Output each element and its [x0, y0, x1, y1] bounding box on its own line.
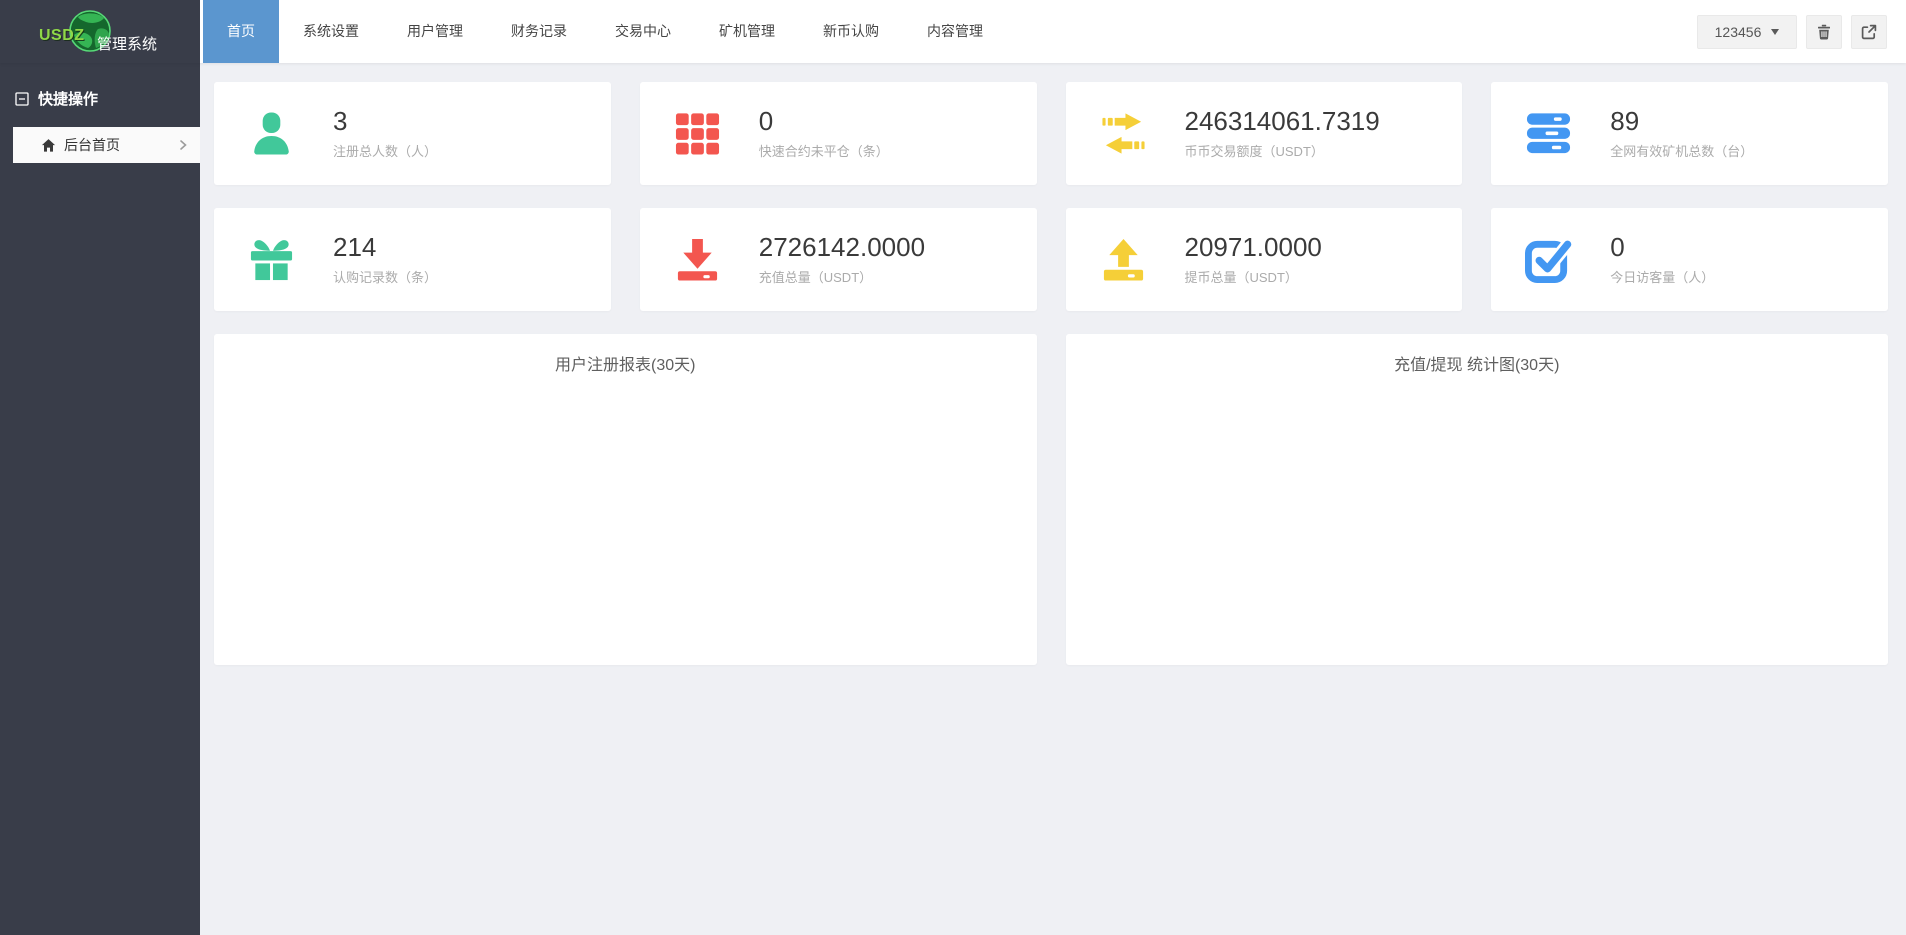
grid-icon	[674, 110, 721, 157]
nav-tab-home[interactable]: 首页	[203, 0, 279, 63]
app-title: 管理系统	[97, 33, 157, 54]
user-dropdown-label: 123456	[1715, 24, 1762, 40]
sidebar-section-title: 快捷操作	[38, 88, 98, 109]
stat-value: 0	[759, 107, 889, 136]
chart-panel-user-registration: 用户注册报表(30天)	[214, 334, 1037, 665]
user-icon	[248, 110, 295, 157]
check-square-icon	[1525, 236, 1572, 283]
sidebar-item-backend-home[interactable]: 后台首页	[13, 127, 200, 163]
caret-down-icon	[1771, 29, 1779, 35]
stat-card-active-miners: 89 全网有效矿机总数（台）	[1491, 82, 1888, 185]
stat-value: 0	[1610, 233, 1714, 262]
stat-label: 充值总量（USDT）	[759, 267, 925, 286]
stat-value: 3	[333, 107, 437, 136]
logout-button[interactable]	[1851, 15, 1887, 49]
stat-value: 246314061.7319	[1185, 107, 1380, 136]
stat-card-subscription-records: 214 认购记录数（条）	[214, 208, 611, 311]
header-actions: 123456	[1697, 0, 1887, 63]
stat-label: 今日访客量（人）	[1610, 267, 1714, 286]
nav-tab-content-management[interactable]: 内容管理	[903, 0, 1007, 63]
trash-button[interactable]	[1806, 15, 1842, 49]
stat-cards: 3 注册总人数（人） 0 快速合约未平仓（条）	[214, 82, 1888, 311]
stat-label: 全网有效矿机总数（台）	[1610, 141, 1753, 160]
server-stack-icon	[1525, 110, 1572, 157]
nav-tab-user-management[interactable]: 用户管理	[383, 0, 487, 63]
stat-card-registered-users: 3 注册总人数（人）	[214, 82, 611, 185]
upload-icon	[1100, 236, 1147, 283]
brand-logo: USDZ 管理系统	[0, 0, 200, 63]
gift-icon	[248, 236, 295, 283]
stat-value: 214	[333, 233, 437, 262]
stat-card-trade-volume: 246314061.7319 币币交易额度（USDT）	[1066, 82, 1463, 185]
stat-value: 2726142.0000	[759, 233, 925, 262]
chart-panels: 用户注册报表(30天) 充值/提现 统计图(30天)	[214, 334, 1888, 665]
stat-value: 20971.0000	[1185, 233, 1322, 262]
home-icon	[41, 138, 56, 153]
nav-tab-new-coin-subscription[interactable]: 新币认购	[799, 0, 903, 63]
nav-tab-trade-center[interactable]: 交易中心	[591, 0, 695, 63]
nav-tab-miner-management[interactable]: 矿机管理	[695, 0, 799, 63]
stat-card-today-visitors: 0 今日访客量（人）	[1491, 208, 1888, 311]
nav-tab-finance-records[interactable]: 财务记录	[487, 0, 591, 63]
chart-title: 充值/提现 统计图(30天)	[1066, 334, 1889, 375]
stat-label: 快速合约未平仓（条）	[759, 141, 889, 160]
stat-card-open-contracts: 0 快速合约未平仓（条）	[640, 82, 1037, 185]
collapse-minus-square-icon	[15, 92, 29, 106]
stat-label: 认购记录数（条）	[333, 267, 437, 286]
chart-title: 用户注册报表(30天)	[214, 334, 1037, 375]
stat-value: 89	[1610, 107, 1753, 136]
chart-panel-deposit-withdrawal: 充值/提现 统计图(30天)	[1066, 334, 1889, 665]
chart-area-deposit-withdrawal	[1066, 375, 1889, 655]
nav-tab-system-settings[interactable]: 系统设置	[279, 0, 383, 63]
sidebar: 快捷操作 后台首页	[0, 63, 200, 935]
main-content: 3 注册总人数（人） 0 快速合约未平仓（条）	[200, 63, 1906, 935]
trash-icon	[1816, 24, 1832, 40]
header: USDZ 管理系统 首页 系统设置 用户管理 财务记录 交易中心 矿机管理 新币…	[0, 0, 1906, 63]
app-root: USDZ 管理系统 首页 系统设置 用户管理 财务记录 交易中心 矿机管理 新币…	[0, 0, 1906, 935]
swap-arrows-icon	[1100, 110, 1147, 157]
sidebar-section-quick-actions[interactable]: 快捷操作	[0, 88, 200, 109]
main-nav: 首页 系统设置 用户管理 财务记录 交易中心 矿机管理 新币认购 内容管理	[203, 0, 1007, 63]
stat-card-total-withdrawals: 20971.0000 提币总量（USDT）	[1066, 208, 1463, 311]
user-dropdown[interactable]: 123456	[1697, 15, 1797, 49]
download-icon	[674, 236, 721, 283]
stat-label: 提币总量（USDT）	[1185, 267, 1322, 286]
sidebar-item-label: 后台首页	[64, 135, 120, 155]
logout-icon	[1861, 24, 1877, 40]
stat-label: 注册总人数（人）	[333, 141, 437, 160]
stat-label: 币币交易额度（USDT）	[1185, 141, 1380, 160]
chart-area-user-registration	[214, 375, 1037, 655]
brand-text: USDZ	[39, 27, 85, 45]
stat-card-total-deposits: 2726142.0000 充值总量（USDT）	[640, 208, 1037, 311]
chevron-right-icon	[177, 139, 189, 151]
